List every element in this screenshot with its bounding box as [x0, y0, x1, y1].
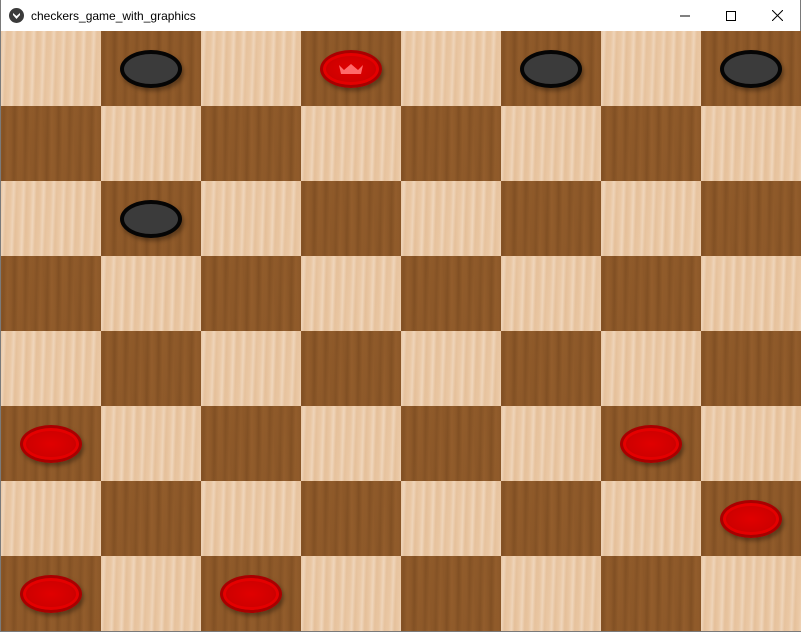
- board-square-r7-c1[interactable]: [101, 556, 201, 631]
- maximize-icon: [726, 10, 736, 21]
- black-piece[interactable]: [120, 49, 182, 88]
- board-square-r7-c7[interactable]: [701, 556, 801, 631]
- board-square-r2-c7[interactable]: [701, 181, 801, 256]
- board-square-r1-c2[interactable]: [201, 106, 301, 181]
- red-king-piece[interactable]: [320, 49, 382, 88]
- board-square-r5-c3[interactable]: [301, 406, 401, 481]
- board-square-r7-c5[interactable]: [501, 556, 601, 631]
- board-square-r1-c0[interactable]: [1, 106, 101, 181]
- board-square-r3-c4[interactable]: [401, 256, 501, 331]
- board-square-r4-c4[interactable]: [401, 331, 501, 406]
- board-square-r2-c5[interactable]: [501, 181, 601, 256]
- board-square-r6-c5[interactable]: [501, 481, 601, 556]
- minimize-icon: [680, 15, 690, 16]
- board-square-r4-c3[interactable]: [301, 331, 401, 406]
- board-square-r4-c0[interactable]: [1, 331, 101, 406]
- board-square-r1-c6[interactable]: [601, 106, 701, 181]
- board-square-r0-c0[interactable]: [1, 31, 101, 106]
- red-piece[interactable]: [620, 424, 682, 463]
- black-piece[interactable]: [120, 199, 182, 238]
- board-square-r5-c7[interactable]: [701, 406, 801, 481]
- board-square-r5-c5[interactable]: [501, 406, 601, 481]
- board-square-r3-c3[interactable]: [301, 256, 401, 331]
- red-piece[interactable]: [20, 574, 82, 613]
- board-square-r6-c3[interactable]: [301, 481, 401, 556]
- board-square-r2-c0[interactable]: [1, 181, 101, 256]
- board-square-r1-c1[interactable]: [101, 106, 201, 181]
- board-square-r3-c2[interactable]: [201, 256, 301, 331]
- window-title: checkers_game_with_graphics: [31, 9, 196, 23]
- board-square-r4-c2[interactable]: [201, 331, 301, 406]
- board-square-r4-c1[interactable]: [101, 331, 201, 406]
- board-square-r1-c7[interactable]: [701, 106, 801, 181]
- board-square-r0-c4[interactable]: [401, 31, 501, 106]
- board-square-r0-c6[interactable]: [601, 31, 701, 106]
- title-bar[interactable]: checkers_game_with_graphics: [1, 0, 800, 31]
- board-square-r2-c4[interactable]: [401, 181, 501, 256]
- maximize-button[interactable]: [708, 0, 754, 31]
- board-square-r7-c4[interactable]: [401, 556, 501, 631]
- board-square-r3-c7[interactable]: [701, 256, 801, 331]
- app-icon: [9, 8, 24, 23]
- board-square-r4-c5[interactable]: [501, 331, 601, 406]
- board-square-r0-c2[interactable]: [201, 31, 301, 106]
- board-square-r6-c0[interactable]: [1, 481, 101, 556]
- board-square-r1-c4[interactable]: [401, 106, 501, 181]
- crown-icon: [339, 63, 363, 74]
- board-square-r2-c2[interactable]: [201, 181, 301, 256]
- black-piece[interactable]: [520, 49, 582, 88]
- board-square-r7-c6[interactable]: [601, 556, 701, 631]
- board-square-r1-c3[interactable]: [301, 106, 401, 181]
- board-square-r4-c6[interactable]: [601, 331, 701, 406]
- checkers-board[interactable]: [1, 31, 801, 631]
- app-window: checkers_game_with_graphics: [0, 0, 801, 632]
- board-square-r6-c1[interactable]: [101, 481, 201, 556]
- board-square-r6-c2[interactable]: [201, 481, 301, 556]
- board-square-r6-c4[interactable]: [401, 481, 501, 556]
- black-piece[interactable]: [720, 49, 782, 88]
- board-square-r3-c5[interactable]: [501, 256, 601, 331]
- board-square-r3-c1[interactable]: [101, 256, 201, 331]
- board-square-r5-c2[interactable]: [201, 406, 301, 481]
- close-button[interactable]: [754, 0, 800, 31]
- board-square-r4-c7[interactable]: [701, 331, 801, 406]
- red-piece[interactable]: [20, 424, 82, 463]
- board-square-r1-c5[interactable]: [501, 106, 601, 181]
- board-square-r6-c6[interactable]: [601, 481, 701, 556]
- red-piece[interactable]: [220, 574, 282, 613]
- close-icon: [771, 10, 783, 21]
- board-square-r7-c3[interactable]: [301, 556, 401, 631]
- board-square-r5-c4[interactable]: [401, 406, 501, 481]
- red-piece[interactable]: [720, 499, 782, 538]
- board-square-r3-c6[interactable]: [601, 256, 701, 331]
- board-square-r2-c3[interactable]: [301, 181, 401, 256]
- board-square-r3-c0[interactable]: [1, 256, 101, 331]
- board-square-r5-c1[interactable]: [101, 406, 201, 481]
- minimize-button[interactable]: [662, 0, 708, 31]
- board-square-r2-c6[interactable]: [601, 181, 701, 256]
